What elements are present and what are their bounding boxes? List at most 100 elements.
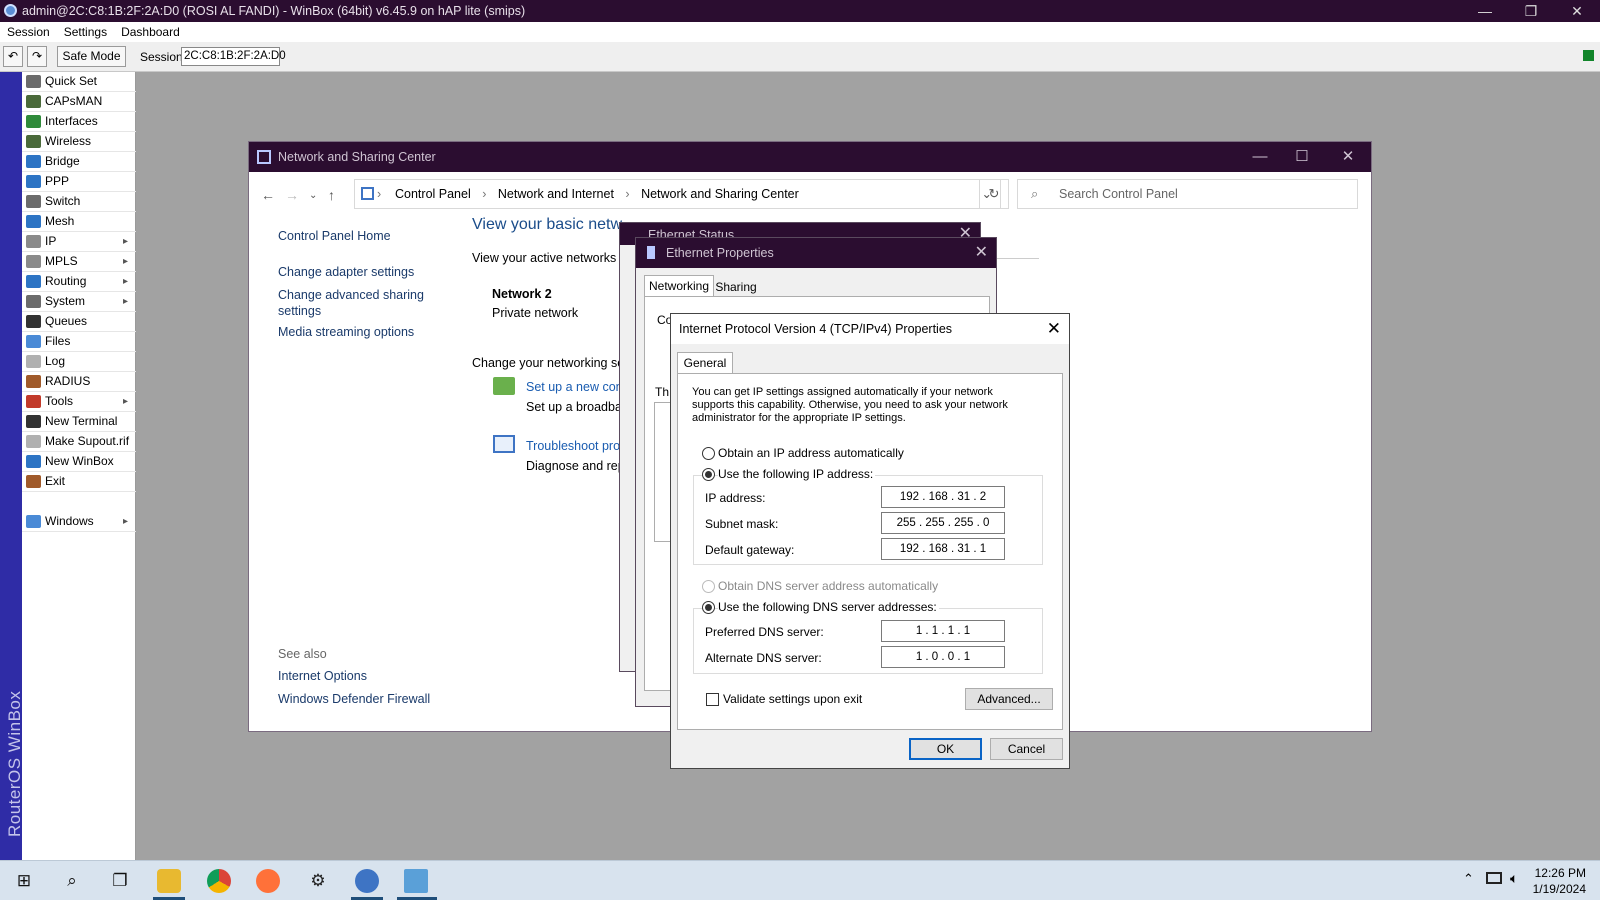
- close-icon[interactable]: ✕: [1325, 142, 1371, 172]
- nav-item-tools[interactable]: Tools ▸: [22, 392, 136, 412]
- auto-ip-label[interactable]: Obtain an IP address automatically: [718, 446, 904, 460]
- gateway-field[interactable]: 192 . 168 . 31 . 1: [881, 538, 1005, 560]
- nav-item-queues[interactable]: Queues: [22, 312, 136, 332]
- nav-item-files[interactable]: Files: [22, 332, 136, 352]
- manual-dns-label[interactable]: Use the following DNS server addresses:: [718, 600, 939, 614]
- minimize-icon[interactable]: —: [1237, 142, 1283, 172]
- nav-item-make-supout-rif[interactable]: Make Supout.rif: [22, 432, 136, 452]
- nav-item-label: PPP: [45, 174, 70, 188]
- network-tray-icon[interactable]: [1486, 872, 1502, 884]
- breadcrumb-network-sharing[interactable]: Network and Sharing Center: [641, 187, 799, 201]
- address-bar[interactable]: › Control Panel › Network and Internet ›…: [354, 179, 1001, 209]
- nav-item-new-winbox[interactable]: New WinBox: [22, 452, 136, 472]
- nav-item-mpls[interactable]: MPLS ▸: [22, 252, 136, 272]
- tab-general[interactable]: General: [677, 352, 733, 374]
- breadcrumb-network-internet[interactable]: Network and Internet: [498, 187, 614, 201]
- ip-address-field[interactable]: 192 . 168 . 31 . 2: [881, 486, 1005, 508]
- control-panel-taskbar-icon[interactable]: [404, 869, 428, 893]
- ok-button[interactable]: OK: [909, 738, 982, 760]
- manual-ip-radio[interactable]: [702, 468, 715, 481]
- clock[interactable]: 12:26 PM 1/19/2024: [1533, 865, 1586, 897]
- breadcrumb-control-panel[interactable]: Control Panel: [395, 187, 471, 201]
- menu-settings[interactable]: Settings: [57, 22, 114, 42]
- search-input[interactable]: Search Control Panel: [1017, 179, 1358, 209]
- exit-icon: [26, 475, 41, 488]
- forward-arrow-icon[interactable]: →: [285, 187, 299, 203]
- nav-item-capsman[interactable]: CAPsMAN: [22, 92, 136, 112]
- nav-item-label: MPLS: [45, 254, 78, 268]
- nav-item-radius[interactable]: RADIUS: [22, 372, 136, 392]
- ethernet-icon: [647, 246, 655, 259]
- cp-home-link[interactable]: Control Panel Home: [278, 229, 391, 243]
- close-icon[interactable]: ✕: [975, 238, 988, 268]
- firewall-link[interactable]: Windows Defender Firewall: [278, 692, 430, 706]
- maximize-icon[interactable]: ☐: [1279, 142, 1325, 172]
- search-icon[interactable]: ⌕: [60, 869, 84, 893]
- setup-connection-link[interactable]: Set up a new conn: [526, 380, 630, 394]
- session-input[interactable]: 2C:C8:1B:2F:2A:D0: [181, 47, 286, 66]
- redo-icon[interactable]: ↷: [27, 46, 47, 67]
- settings-gear-icon[interactable]: ⚙: [306, 869, 330, 893]
- bridge-icon: [26, 155, 41, 168]
- nav-item-label: Switch: [45, 194, 81, 208]
- nav-item-routing[interactable]: Routing ▸: [22, 272, 136, 292]
- close-icon[interactable]: ✕: [1554, 0, 1600, 22]
- nav-item-quick-set[interactable]: Quick Set: [22, 72, 136, 92]
- nav-item-ip[interactable]: IP ▸: [22, 232, 136, 252]
- firefox-icon[interactable]: [256, 869, 280, 893]
- windows-start-icon[interactable]: ⊞: [12, 869, 36, 893]
- close-icon[interactable]: ✕: [1047, 314, 1061, 344]
- nav-item-system[interactable]: System ▸: [22, 292, 136, 312]
- nav-item-label: Log: [45, 354, 66, 368]
- troubleshoot-link[interactable]: Troubleshoot prob: [526, 439, 627, 453]
- nav-item-wireless[interactable]: Wireless: [22, 132, 136, 152]
- tab-sharing[interactable]: Sharing: [714, 277, 758, 297]
- validate-checkbox[interactable]: [706, 693, 719, 706]
- nav-item-mesh[interactable]: Mesh: [22, 212, 136, 232]
- nav-item-bridge[interactable]: Bridge: [22, 152, 136, 172]
- winbox-title: admin@2C:C8:1B:2F:2A:D0 (ROSI AL FANDI) …: [22, 4, 526, 18]
- winbox-taskbar-icon[interactable]: [355, 869, 379, 893]
- menu-dashboard[interactable]: Dashboard: [114, 22, 187, 42]
- recent-chevron-icon[interactable]: ⌄: [309, 190, 317, 201]
- menu-session[interactable]: Session: [0, 22, 57, 42]
- nav-item-ppp[interactable]: PPP: [22, 172, 136, 192]
- volume-icon[interactable]: 🔈︎: [1510, 870, 1518, 887]
- nav-item-log[interactable]: Log: [22, 352, 136, 372]
- safe-mode-button[interactable]: Safe Mode: [57, 46, 126, 67]
- manual-ip-label[interactable]: Use the following IP address:: [718, 467, 876, 481]
- quick-set-icon: [26, 75, 41, 88]
- nav-item-new-terminal[interactable]: New Terminal: [22, 412, 136, 432]
- undo-icon[interactable]: ↶: [3, 46, 23, 67]
- internet-options-link[interactable]: Internet Options: [278, 669, 367, 683]
- up-arrow-icon[interactable]: ↑: [328, 187, 335, 203]
- change-adapter-link[interactable]: Change adapter settings: [278, 265, 414, 279]
- clock-date: 1/19/2024: [1532, 882, 1586, 896]
- tab-networking[interactable]: Networking: [644, 275, 714, 297]
- advanced-sharing-link[interactable]: Change advanced sharing settings: [278, 287, 428, 319]
- advanced-button[interactable]: Advanced...: [965, 688, 1053, 710]
- validate-label[interactable]: Validate settings upon exit: [723, 692, 862, 706]
- nav-item-windows[interactable]: Windows ▸: [22, 512, 136, 532]
- auto-ip-radio[interactable]: [702, 447, 715, 460]
- auto-dns-label[interactable]: Obtain DNS server address automatically: [718, 579, 938, 593]
- nav-item-interfaces[interactable]: Interfaces: [22, 112, 136, 132]
- preferred-dns-field[interactable]: 1 . 1 . 1 . 1: [881, 620, 1005, 642]
- file-explorer-icon[interactable]: [157, 869, 181, 893]
- subnet-mask-field[interactable]: 255 . 255 . 255 . 0: [881, 512, 1005, 534]
- minimize-icon[interactable]: —: [1462, 0, 1508, 22]
- cancel-button[interactable]: Cancel: [990, 738, 1063, 760]
- task-view-icon[interactable]: ❐: [108, 869, 132, 893]
- chevron-up-icon[interactable]: ⌃: [1463, 871, 1474, 887]
- manual-dns-radio[interactable]: [702, 601, 715, 614]
- chrome-icon[interactable]: [207, 869, 231, 893]
- restore-icon[interactable]: ❐: [1508, 0, 1554, 22]
- nav-item-exit[interactable]: Exit: [22, 472, 136, 492]
- back-arrow-icon[interactable]: ←: [261, 187, 275, 203]
- nav-item-switch[interactable]: Switch: [22, 192, 136, 212]
- media-streaming-link[interactable]: Media streaming options: [278, 325, 414, 339]
- refresh-icon[interactable]: ↻: [979, 179, 1009, 209]
- antenna-icon: [26, 95, 41, 108]
- alternate-dns-field[interactable]: 1 . 0 . 0 . 1: [881, 646, 1005, 668]
- auto-dns-radio[interactable]: [702, 580, 715, 593]
